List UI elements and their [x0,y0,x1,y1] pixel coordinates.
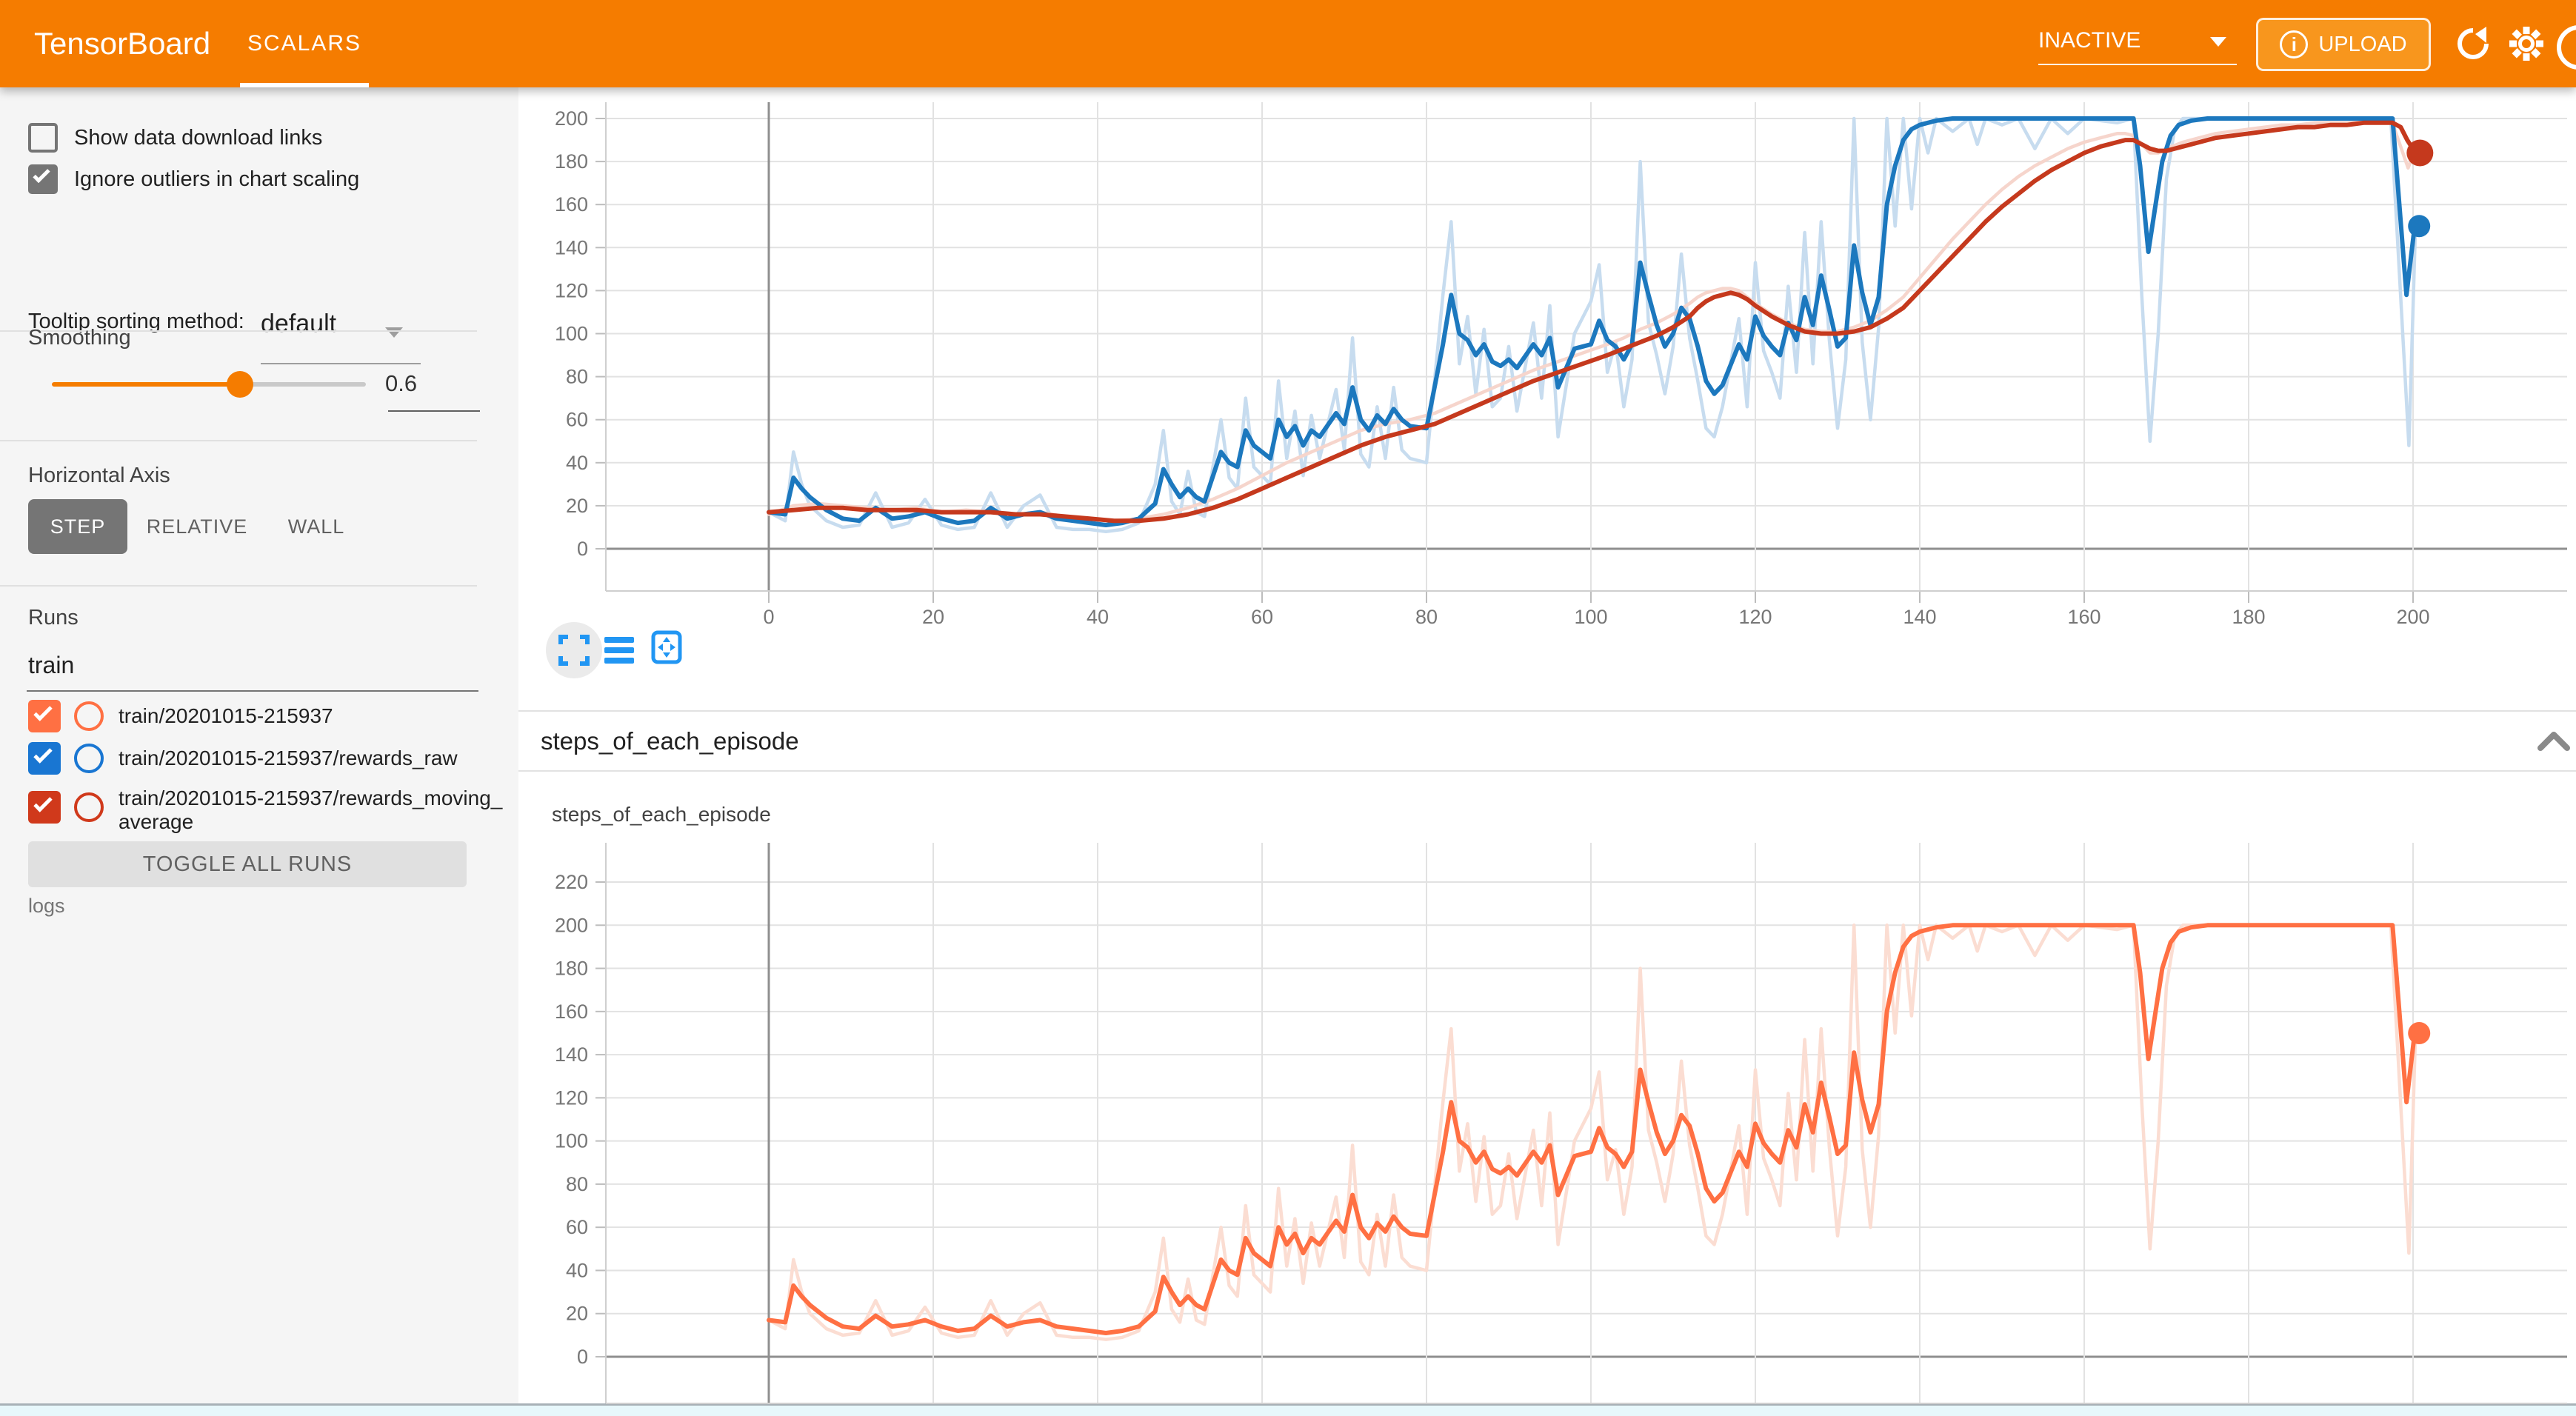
rewards-chart[interactable]: 0 20 40 60 80 100 120 140 160 180 200 0 20 40 60 80 100 1… [518,87,2576,733]
svg-text:140: 140 [1903,606,1936,628]
svg-text:140: 140 [555,1043,588,1066]
svg-text:180: 180 [555,958,588,980]
svg-text:40: 40 [1087,606,1109,628]
runs-filter-input[interactable]: train [28,652,443,679]
status-dropdown[interactable]: INACTIVE [2038,22,2237,65]
smoothing-label: Smoothing [28,326,131,350]
run-radio-0[interactable] [74,701,104,731]
svg-text:160: 160 [2067,606,2100,628]
tooltip-sorting-underline [261,363,421,364]
checkbox-ignore-outliers-label: Ignore outliers in chart scaling [74,167,359,192]
help-icon[interactable] [2557,25,2576,70]
svg-text:220: 220 [555,871,588,893]
smoothing-value[interactable]: 0.6 [385,370,481,397]
refresh-icon[interactable] [2453,24,2493,64]
checkbox-show-download-links-label: Show data download links [74,126,322,150]
run-radio-1[interactable] [74,744,104,773]
run-checkbox-1[interactable] [28,742,61,775]
runs-filter-underline [27,690,478,692]
svg-text:120: 120 [1738,606,1772,628]
status-dropdown-value: INACTIVE [2038,28,2140,53]
smoothing-slider-thumb[interactable] [227,371,253,398]
check-icon [33,744,52,763]
bottom-chart-title: steps_of_each_episode [552,803,771,826]
run-label-2: train/20201015-215937/rewards_moving_ av… [119,787,502,834]
sidebar: Show data download links Ignore outliers… [0,87,518,1405]
dropdown-caret-icon [2210,37,2226,47]
toggle-all-runs-button[interactable]: TOGGLE ALL RUNS [28,841,467,887]
tab-scalars-label: SCALARS [247,31,361,56]
gear-icon[interactable] [2506,24,2546,64]
svg-text:0: 0 [763,606,774,628]
bottom-scroll-strip[interactable] [0,1403,2576,1416]
axis-button-step[interactable]: STEP [28,499,127,554]
svg-text:180: 180 [2232,606,2265,628]
run-label-0: train/20201015-215937 [119,704,333,728]
dropdown-caret-icon [385,327,403,338]
svg-text:60: 60 [566,409,588,431]
run-radio-2[interactable] [74,792,104,822]
svg-text:40: 40 [566,452,588,474]
axis-button-wall[interactable]: WALL [276,499,357,554]
run-checkbox-2[interactable] [28,791,61,824]
axis-button-relative[interactable]: RELATIVE [145,499,249,554]
app-header: TensorBoard SCALARS INACTIVE i UPLOAD [0,0,2576,87]
svg-text:80: 80 [566,366,588,388]
run-label-1: train/20201015-215937/rewards_raw [119,747,458,770]
svg-text:180: 180 [555,150,588,173]
smoothing-slider-track[interactable] [240,382,366,387]
svg-text:40: 40 [566,1259,588,1281]
svg-text:100: 100 [555,323,588,345]
svg-text:200: 200 [555,107,588,130]
upload-button-label: UPLOAD [2318,33,2406,57]
expand-icon[interactable] [556,632,592,668]
info-icon: i [2280,30,2308,59]
svg-text:200: 200 [555,914,588,936]
tab-scalars[interactable]: SCALARS [240,0,369,87]
check-icon [33,166,50,183]
svg-text:0: 0 [577,1346,588,1368]
svg-text:60: 60 [566,1216,588,1238]
svg-text:60: 60 [1251,606,1273,628]
horizontal-axis-label: Horizontal Axis [28,464,170,488]
svg-text:200: 200 [2396,606,2429,628]
svg-text:160: 160 [555,193,588,216]
svg-text:100: 100 [1574,606,1607,628]
card-divider [518,770,2576,772]
runs-label: Runs [28,606,79,630]
fit-domain-icon[interactable] [649,629,684,665]
check-icon [33,702,52,721]
checkbox-show-download-links[interactable] [28,123,58,153]
upload-button[interactable]: i UPLOAD [2256,18,2431,71]
svg-text:120: 120 [555,279,588,301]
smoothing-slider-track-filled[interactable] [52,382,240,387]
svg-text:140: 140 [555,236,588,258]
data-table-icon[interactable] [601,632,637,668]
logs-label: logs [28,895,65,918]
svg-text:160: 160 [555,1001,588,1023]
tab-active-underline [240,83,369,87]
svg-text:80: 80 [1415,606,1438,628]
svg-text:20: 20 [566,495,588,517]
check-icon [33,793,52,812]
steps-chart[interactable]: 0 20 40 60 80 100 120 140 160 180 200 220 [518,837,2576,1404]
svg-text:80: 80 [566,1173,588,1195]
run-checkbox-0[interactable] [28,700,61,732]
svg-text:20: 20 [922,606,944,628]
smoothing-value-underline [388,410,480,412]
svg-text:100: 100 [555,1130,588,1152]
svg-text:120: 120 [555,1086,588,1109]
svg-text:0: 0 [577,538,588,560]
app-title: TensorBoard [34,0,210,87]
checkbox-ignore-outliers[interactable] [28,164,58,194]
svg-text:20: 20 [566,1303,588,1325]
